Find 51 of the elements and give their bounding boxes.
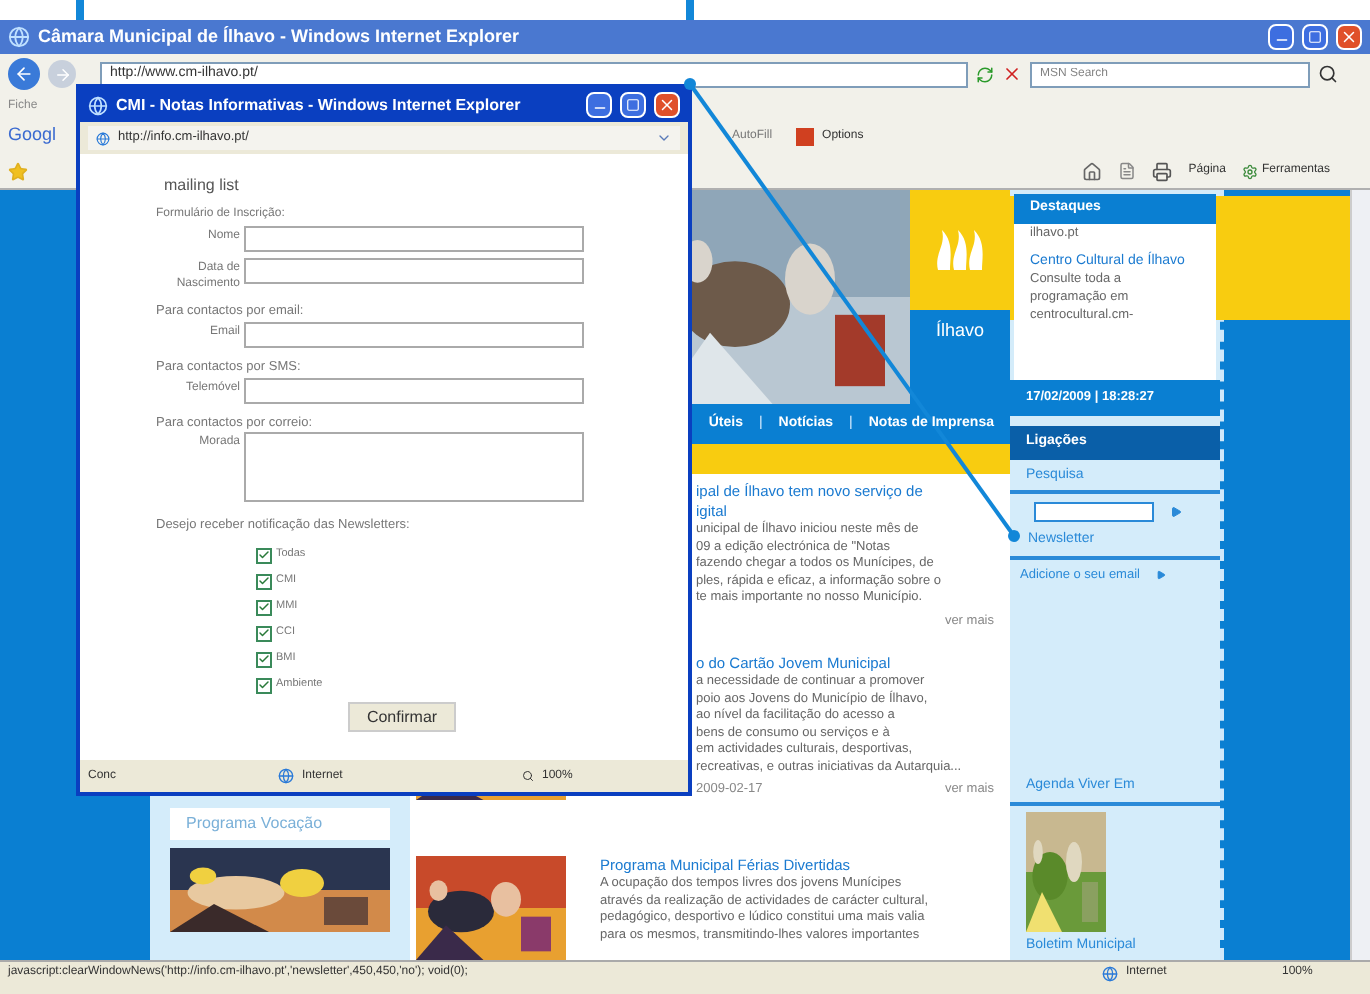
feeds-icon[interactable] — [1118, 162, 1137, 180]
home-icon[interactable] — [1082, 161, 1103, 181]
forward-arrow-icon — [53, 65, 71, 83]
text-field[interactable] — [244, 258, 584, 284]
confirm-button[interactable]: Confirmar — [348, 702, 456, 732]
maximize-button[interactable] — [1302, 24, 1328, 50]
search-field[interactable] — [1034, 502, 1154, 522]
close-icon — [658, 96, 676, 114]
back-button[interactable] — [8, 58, 40, 90]
dropdown-icon[interactable] — [656, 130, 672, 146]
site-logo-text: Ílhavo — [935, 318, 985, 344]
back-arrow-icon — [14, 64, 34, 84]
maximize-icon — [626, 98, 640, 112]
globe-icon — [278, 768, 294, 784]
address-textarea[interactable] — [244, 432, 584, 503]
gear-icon[interactable] — [1241, 163, 1258, 179]
globe-icon — [1102, 965, 1118, 981]
close-icon — [1340, 28, 1358, 46]
form-heading: mailing list — [162, 174, 241, 198]
zoom-icon[interactable] — [522, 770, 534, 782]
checkbox[interactable] — [256, 573, 272, 589]
close-button[interactable] — [1336, 24, 1362, 50]
minimize-button[interactable] — [586, 92, 612, 118]
print-icon[interactable] — [1152, 161, 1173, 181]
go-arrow-icon[interactable] — [1155, 569, 1166, 580]
checkbox[interactable] — [256, 547, 272, 563]
browser-icon — [88, 95, 108, 115]
checkbox[interactable] — [256, 651, 272, 667]
scrollbar[interactable] — [1350, 190, 1370, 960]
close-button[interactable] — [654, 92, 680, 118]
feature-title[interactable]: Programa Vocação — [170, 808, 390, 840]
go-arrow-icon[interactable] — [1170, 506, 1182, 518]
checkbox[interactable] — [256, 677, 272, 693]
window-title: CMI - Notas Informativas - Windows Internet Explorer — [116, 93, 523, 117]
text-field[interactable] — [244, 321, 584, 348]
window-title: Câmara Municipal de Ílhavo - Windows Internet Explorer — [38, 23, 521, 50]
page-icon — [96, 131, 110, 145]
search-icon[interactable] — [1318, 64, 1338, 84]
google-logo: Googl — [8, 122, 57, 149]
text-field[interactable] — [244, 226, 584, 252]
stop-icon[interactable] — [1002, 64, 1022, 84]
maximize-icon — [1308, 30, 1322, 44]
text-field[interactable] — [244, 377, 584, 403]
options-icon — [796, 127, 815, 145]
checkbox[interactable] — [256, 625, 272, 641]
minimize-button[interactable] — [1268, 24, 1294, 50]
maximize-button[interactable] — [620, 92, 646, 118]
browser-icon — [8, 26, 30, 48]
refresh-icon[interactable] — [976, 65, 994, 83]
flames-logo-icon — [936, 230, 984, 270]
checkbox[interactable] — [256, 599, 272, 615]
